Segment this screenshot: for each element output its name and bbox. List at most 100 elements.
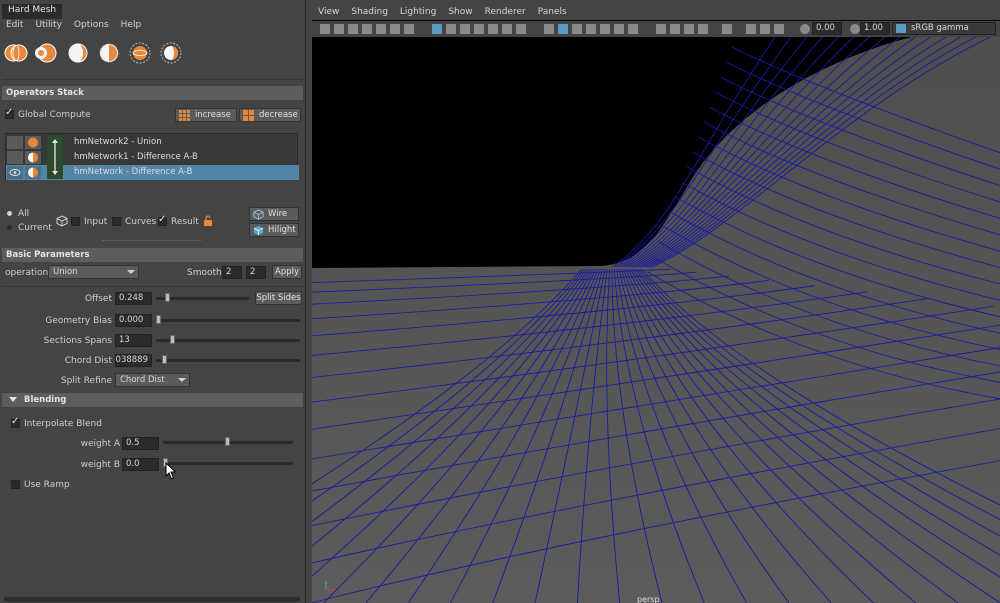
reorder-arrows-icon[interactable] — [47, 135, 63, 179]
result-checkbox[interactable] — [158, 214, 167, 226]
gate-mask-icon[interactable] — [474, 24, 484, 34]
grid-decrease-icon — [243, 109, 254, 121]
sphere-difference-icon[interactable] — [35, 41, 59, 65]
viewport-menu-view[interactable]: View — [312, 4, 345, 20]
sphere-union-icon[interactable] — [4, 41, 28, 65]
sphere-split-icon[interactable] — [97, 41, 121, 65]
field-chart-icon[interactable] — [488, 24, 498, 34]
xray-active-icon[interactable] — [760, 24, 770, 34]
smooth-field-a[interactable]: 2 — [222, 266, 242, 279]
viewport-menu-shading[interactable]: Shading — [345, 4, 394, 20]
screen-space-ao-icon[interactable] — [656, 24, 666, 34]
gamma-icon[interactable] — [850, 24, 860, 34]
shadows-icon[interactable] — [628, 24, 638, 34]
menu-utility[interactable]: Utility — [29, 19, 67, 33]
blending-header[interactable]: Blending — [2, 393, 303, 407]
basic-parameters-header[interactable]: Basic Parameters — [2, 248, 303, 262]
xray-joints-icon[interactable] — [774, 24, 784, 34]
image-plane-icon[interactable] — [362, 24, 372, 34]
panel-title-tab[interactable]: Hard Mesh — [2, 4, 63, 19]
offset-slider[interactable] — [156, 293, 249, 302]
chord-dist-label: Chord Dist — [64, 356, 112, 366]
lock-icon[interactable] — [202, 215, 214, 227]
slider-thumb[interactable] — [170, 335, 175, 344]
sphere-settings-icon[interactable] — [159, 41, 183, 65]
sphere-network-icon[interactable] — [128, 41, 152, 65]
slider-thumb[interactable] — [162, 355, 167, 364]
sections-spans-slider[interactable] — [156, 335, 300, 344]
apply-button[interactable]: Apply — [272, 265, 302, 279]
operation-dropdown[interactable]: Union — [48, 265, 139, 279]
xray-icon[interactable] — [746, 24, 756, 34]
resolution-gate-icon[interactable] — [460, 24, 470, 34]
slider-thumb[interactable] — [225, 437, 230, 446]
split-refine-dropdown[interactable]: Chord Dist — [115, 373, 190, 387]
weight-b-slider[interactable] — [163, 458, 293, 467]
camera-icon[interactable] — [320, 24, 330, 34]
safe-action-icon[interactable] — [502, 24, 512, 34]
pan-zoom-icon[interactable] — [376, 24, 386, 34]
grid-icon[interactable] — [432, 24, 442, 34]
operator-label: hmNetwork2 - Union — [74, 137, 162, 147]
increase-button[interactable]: increase — [175, 108, 237, 122]
viewport-menu-lighting[interactable]: Lighting — [394, 4, 442, 20]
3d-viewport[interactable]: View Shading Lighting Show Renderer Pane… — [111, 4, 1000, 603]
grease-pencil-icon[interactable] — [390, 24, 400, 34]
gamma-field[interactable]: 1.00 — [860, 22, 890, 35]
textured-icon[interactable] — [600, 24, 610, 34]
camera-attributes-icon[interactable] — [334, 24, 344, 34]
viewport-scene[interactable] — [111, 26, 1000, 603]
motion-blur-icon[interactable] — [670, 24, 680, 34]
exposure-icon[interactable] — [800, 24, 810, 34]
radio-all[interactable] — [7, 211, 12, 216]
smooth-shade-icon[interactable] — [558, 24, 568, 34]
weight-a-field[interactable]: 0.5 — [122, 437, 159, 450]
wire-button[interactable]: Wire — [249, 207, 299, 221]
horizontal-scrollbar[interactable] — [4, 597, 300, 602]
bookmark-icon[interactable] — [348, 24, 358, 34]
weight-a-slider[interactable] — [163, 437, 293, 446]
two-d-pan-icon[interactable] — [404, 24, 414, 34]
decrease-button[interactable]: decrease — [239, 108, 301, 122]
slider-thumb[interactable] — [156, 315, 161, 324]
chord-dist-field[interactable]: 0.038889 — [115, 354, 152, 367]
split-sides-button[interactable]: Split Sides — [255, 291, 302, 305]
exposure-field[interactable]: 0.00 — [812, 22, 842, 35]
menu-edit[interactable]: Edit — [0, 19, 29, 33]
visibility-toggle[interactable] — [7, 136, 23, 149]
sphere-intersection-icon[interactable] — [66, 41, 90, 65]
menu-help[interactable]: Help — [115, 19, 148, 33]
geometry-bias-field[interactable]: 0.000 — [115, 314, 152, 327]
viewport-menu-panels[interactable]: Panels — [532, 4, 573, 20]
film-gate-icon[interactable] — [446, 24, 456, 34]
interpolate-blend-checkbox[interactable] — [11, 416, 20, 428]
hilight-button[interactable]: Hilight — [249, 223, 299, 237]
sections-spans-field[interactable]: 13 — [115, 334, 152, 347]
multisample-icon[interactable] — [684, 24, 694, 34]
depth-of-field-icon[interactable] — [698, 24, 708, 34]
curves-checkbox[interactable] — [112, 217, 121, 226]
input-checkbox[interactable] — [71, 217, 80, 226]
wireframe-icon[interactable] — [544, 24, 554, 34]
default-material-icon[interactable] — [572, 24, 582, 34]
use-ramp-checkbox[interactable] — [11, 480, 20, 489]
isolate-select-icon[interactable] — [722, 24, 732, 34]
viewport-menu-show[interactable]: Show — [442, 4, 478, 20]
operators-stack-header[interactable]: Operators Stack — [2, 86, 303, 100]
wireframe-on-shaded-icon[interactable] — [586, 24, 596, 34]
viewport-menu-renderer[interactable]: Renderer — [479, 4, 532, 20]
menu-options[interactable]: Options — [68, 19, 115, 33]
lights-icon[interactable] — [614, 24, 624, 34]
chord-dist-slider[interactable] — [156, 355, 300, 364]
weight-b-field[interactable]: 0.0 — [122, 458, 159, 471]
radio-current[interactable] — [7, 225, 12, 230]
smooth-field-b[interactable]: 2 — [246, 266, 266, 279]
safe-title-icon[interactable] — [516, 24, 526, 34]
visibility-toggle[interactable] — [7, 151, 23, 164]
global-compute-checkbox[interactable] — [5, 107, 14, 119]
slider-thumb[interactable] — [165, 293, 170, 302]
eye-icon[interactable] — [7, 166, 23, 179]
geometry-bias-slider[interactable] — [156, 315, 300, 324]
color-space-dropdown[interactable]: sRGB gamma — [892, 22, 996, 35]
offset-field[interactable]: 0.248 — [115, 292, 152, 305]
